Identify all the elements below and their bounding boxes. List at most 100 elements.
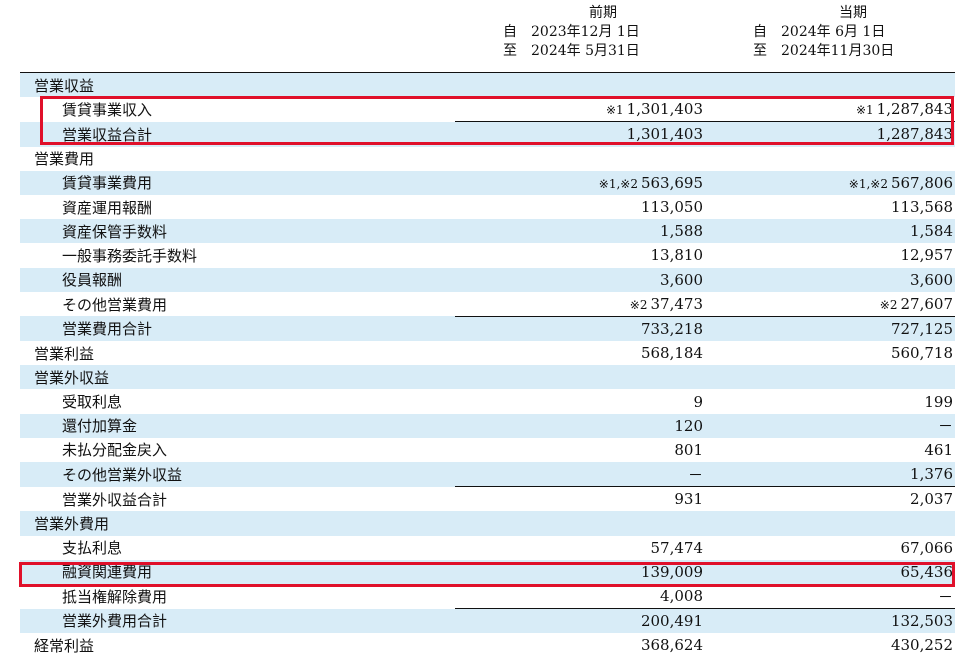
curr-value-cell: 3,600 xyxy=(705,267,955,292)
curr-value-cell: 560,718 xyxy=(705,341,955,365)
curr-value-cell: 65,436 xyxy=(705,559,955,584)
prev-value-cell xyxy=(455,147,705,171)
curr-value: 567,806 xyxy=(890,173,953,192)
prev-note-mark: ※1,※2 xyxy=(598,176,638,191)
curr-value-cell: 430,252 xyxy=(705,633,955,657)
curr-period-header: 当期 自 2024年 6月 1日 至 2024年11月30日 xyxy=(753,4,953,61)
table-row: 資産保管手数料 1,588 1,584 xyxy=(20,219,955,244)
prev-value-cell: 1,301,403 xyxy=(455,121,705,147)
prev-value-cell: 931 xyxy=(455,486,705,512)
table-row: 支払利息 57,474 67,066 xyxy=(20,536,955,560)
prev-period-to: 至 2024年 5月31日 xyxy=(503,43,640,59)
curr-value: 1,287,843 xyxy=(876,125,953,144)
prev-value: 120 xyxy=(674,416,703,435)
table-row: 営業費用合計 733,218 727,125 xyxy=(20,315,955,342)
curr-value: 1,287,843 xyxy=(876,100,953,119)
curr-value-cell: 113,568 xyxy=(705,195,955,219)
curr-value-cell: ※2 27,607 xyxy=(705,292,955,317)
curr-period-from: 自 2024年 6月 1日 xyxy=(753,24,886,40)
table-row: 受取利息 9 199 xyxy=(20,389,955,413)
table-row: 還付加算金 120 － xyxy=(20,413,955,438)
curr-value-cell: 199 xyxy=(705,389,955,413)
curr-value-cell: 67,066 xyxy=(705,536,955,560)
prev-value-cell xyxy=(455,511,705,536)
curr-value-cell: ※1 1,287,843 xyxy=(705,97,955,122)
row-label: 一般事務委託手数料 xyxy=(62,246,198,265)
table-row: 営業収益合計 1,301,403 1,287,843 xyxy=(20,121,955,147)
table-row: 営業費用 xyxy=(20,147,955,171)
curr-value-cell: 132,503 xyxy=(705,608,955,634)
prev-value-cell: ※2 37,473 xyxy=(455,292,705,317)
row-label: 営業外費用 xyxy=(20,511,455,536)
curr-note-mark: ※2 xyxy=(879,297,898,312)
table-row: 営業外収益 xyxy=(20,365,955,390)
column-header: 前期 自 2023年12月 1日 至 2024年 5月31日 当期 自 2024… xyxy=(0,0,961,72)
prev-value: 4,008 xyxy=(660,587,703,606)
curr-value-cell: － xyxy=(705,584,955,609)
prev-value: 801 xyxy=(674,440,703,459)
curr-note-mark: ※1 xyxy=(855,103,874,118)
row-label: 営業利益 xyxy=(34,344,95,363)
row-label: 資産保管手数料 xyxy=(20,219,455,244)
prev-value-cell: ※1,※2 563,695 xyxy=(455,170,705,195)
prev-value-cell: ※1 1,301,403 xyxy=(455,97,705,122)
row-label: 未払分配金戻入 xyxy=(62,441,168,460)
curr-value: 12,957 xyxy=(900,246,954,265)
curr-value-cell: 1,376 xyxy=(705,462,955,487)
prev-value: 200,491 xyxy=(640,612,703,631)
row-label: 営業費用 xyxy=(34,150,95,169)
prev-value-cell xyxy=(455,365,705,390)
row-label: 融資関連費用 xyxy=(20,559,455,584)
prev-value: 13,810 xyxy=(650,246,704,265)
curr-value: 560,718 xyxy=(890,344,953,363)
curr-value-cell xyxy=(705,147,955,171)
row-label: その他営業費用 xyxy=(62,295,168,314)
curr-value-cell: 12,957 xyxy=(705,243,955,267)
table-row: 経常利益 368,624 430,252 xyxy=(20,633,955,657)
row-label: 営業費用合計 xyxy=(20,316,455,342)
curr-value-cell: 1,584 xyxy=(705,219,955,244)
curr-value: 1,584 xyxy=(910,222,953,241)
prev-value: － xyxy=(687,465,703,484)
prev-value-cell: － xyxy=(455,462,705,487)
prev-value-cell xyxy=(455,72,705,98)
income-statement-body: 営業収益 賃貸事業収入 ※1 1,301,403 ※1 1,287,843 営業収益合計 1,… xyxy=(20,72,955,658)
prev-note-mark: ※1 xyxy=(605,103,624,118)
table-row: 営業利益 568,184 560,718 xyxy=(20,341,955,365)
curr-value-cell: － xyxy=(705,413,955,438)
prev-value-cell: 733,218 xyxy=(455,315,705,342)
prev-value-cell: 139,009 xyxy=(455,559,705,584)
table-row: 営業外収益合計 931 2,037 xyxy=(20,486,955,512)
curr-value: 65,436 xyxy=(900,562,954,581)
row-label: 営業外費用合計 xyxy=(20,608,455,634)
prev-value: 57,474 xyxy=(650,538,704,557)
row-label: 役員報酬 xyxy=(20,267,455,292)
prev-value-cell: 1,588 xyxy=(455,219,705,244)
prev-value-cell: 13,810 xyxy=(455,243,705,267)
row-label: 営業外収益 xyxy=(20,365,455,390)
prev-value: 3,600 xyxy=(660,270,703,289)
curr-value-cell: 727,125 xyxy=(705,315,955,342)
row-label: 賃貸事業収入 xyxy=(62,101,153,120)
row-label: 資産運用報酬 xyxy=(62,198,153,217)
prev-value: 568,184 xyxy=(640,344,703,363)
curr-value: － xyxy=(937,587,953,606)
prev-period-title: 前期 xyxy=(589,5,617,21)
prev-value-cell: 568,184 xyxy=(455,341,705,365)
curr-value: 461 xyxy=(924,440,953,459)
curr-value-cell: 2,037 xyxy=(705,486,955,512)
row-label: 営業収益 xyxy=(20,72,455,98)
row-label: 営業収益合計 xyxy=(20,121,455,147)
prev-value-cell: 200,491 xyxy=(455,608,705,634)
table-row: その他営業費用 ※2 37,473 ※2 27,607 xyxy=(20,292,955,317)
curr-value: 1,376 xyxy=(910,465,953,484)
table-row: 賃貸事業収入 ※1 1,301,403 ※1 1,287,843 xyxy=(20,97,955,122)
row-label: 還付加算金 xyxy=(20,413,455,438)
table-row: その他営業外収益 － 1,376 xyxy=(20,462,955,487)
row-label: 営業外収益合計 xyxy=(62,490,168,509)
prev-value: 1,301,403 xyxy=(626,100,703,119)
prev-value-cell: 120 xyxy=(455,413,705,438)
prev-value-cell: 3,600 xyxy=(455,267,705,292)
income-statement-table: 営業収益 賃貸事業収入 ※1 1,301,403 ※1 1,287,843 営業収益合計 1,… xyxy=(20,72,955,658)
prev-value: 139,009 xyxy=(640,562,703,581)
